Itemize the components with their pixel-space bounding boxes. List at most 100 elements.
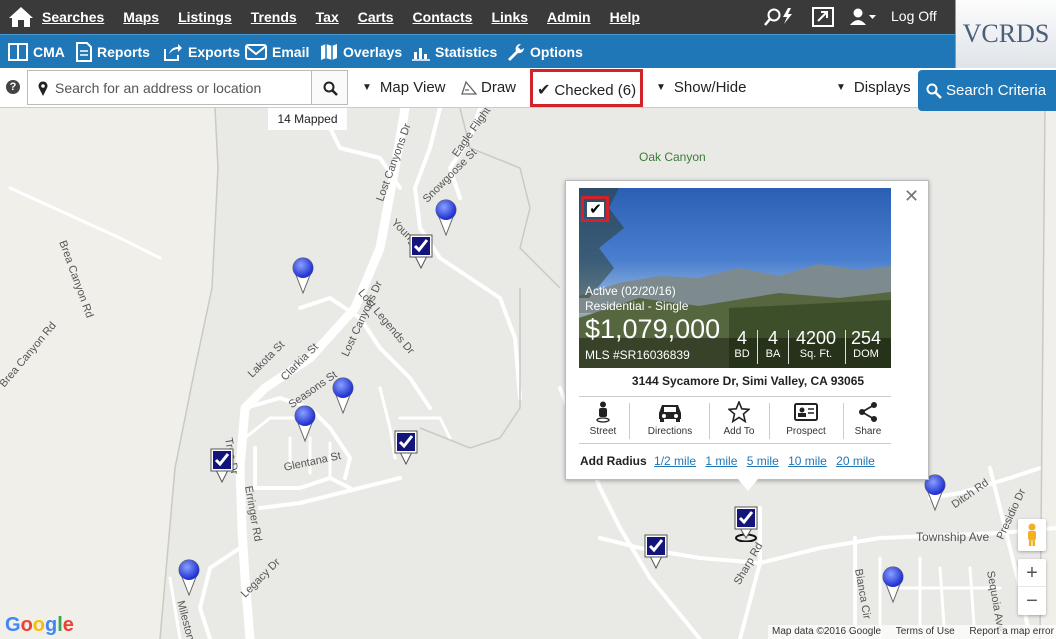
directions-button[interactable]: Directions [641,401,699,437]
radius-5-mile-link[interactable]: 5 mile [747,454,779,468]
add-radius-label: Add Radius [580,454,647,468]
beds-label: BD [734,348,750,360]
checkmark-icon: ✔ [587,202,604,217]
export-icon [164,44,182,61]
listing-pin[interactable] [330,375,356,415]
envelope-icon [245,44,267,60]
radius-1-mile-link[interactable]: 1 mile [705,454,737,468]
listing-pin[interactable] [292,403,318,443]
search-criteria-button[interactable]: Search Criteria [918,70,1056,111]
baths-stat: 4 BA [762,328,784,360]
selected-listing-marker[interactable] [734,506,758,542]
user-menu-icon[interactable] [849,7,877,27]
pegman-icon [596,401,610,423]
listing-pin[interactable] [290,255,316,295]
nav-links[interactable]: Links [491,9,528,25]
directions-label: Directions [647,426,693,437]
beds-stat: 4 BD [731,328,753,360]
divider [709,403,710,439]
share-button[interactable]: Share [851,401,885,437]
reports-button[interactable]: Reports [76,35,150,69]
nav-carts[interactable]: Carts [358,9,394,25]
share-label: Share [854,426,882,437]
search-button[interactable] [311,70,348,105]
listing-actions: Street Directions Add To Prospect Share [579,396,891,444]
zoom-out-button[interactable]: − [1018,587,1046,615]
close-icon[interactable]: ✕ [904,186,919,207]
checked-listing-marker[interactable] [644,534,668,570]
show-hide-label: Show/Hide [673,79,747,96]
add-radius: Add Radius 1/2 mile 1 mile 5 mile 10 mil… [580,454,881,468]
listing-pin[interactable] [176,557,202,597]
wrench-icon [508,44,525,61]
help-icon[interactable]: ? [6,80,20,94]
baths-value: 4 [767,328,778,348]
radius-10-mile-link[interactable]: 10 mile [788,454,827,468]
checked-filter-button[interactable]: ✔ Checked (6) [530,69,643,107]
nav-contacts[interactable]: Contacts [413,9,473,25]
property-type: Residential - Single [585,299,689,313]
exports-label: Exports [188,44,241,60]
report-map-error-link[interactable]: Report a map error [969,626,1053,637]
email-button[interactable]: Email [245,35,309,69]
search-icon [323,81,338,96]
location-search-input[interactable] [55,79,305,97]
star-icon [728,401,750,423]
divider [843,403,844,439]
cma-button[interactable]: CMA [8,35,65,69]
nav-searches[interactable]: Searches [42,9,104,25]
listing-price: $1,079,000 [585,314,721,344]
checked-listing-marker[interactable] [394,430,418,466]
street-view-pegman[interactable] [1018,519,1046,551]
street-label: Street [589,426,617,437]
draw-button[interactable]: Draw [461,79,516,96]
nav-tax[interactable]: Tax [316,9,339,25]
location-search [27,70,312,105]
overlays-button[interactable]: Overlays [320,35,402,69]
open-window-icon[interactable] [812,7,834,27]
checked-listing-marker[interactable] [409,234,433,270]
bar-chart-icon [412,48,430,61]
radius-20-mile-link[interactable]: 20 mile [836,454,875,468]
nav-trends[interactable]: Trends [251,9,297,25]
street-view-button[interactable]: Street [585,401,621,437]
checked-filter-content: ✔ Checked (6) [537,80,636,100]
options-button[interactable]: Options [507,35,583,69]
divider [769,403,770,439]
listing-checkbox[interactable]: ✔ [581,196,609,222]
listing-photo[interactable]: ✔ Active (02/20/16) Residential - Single… [579,188,891,368]
nav-help[interactable]: Help [610,9,640,25]
nav-maps[interactable]: Maps [123,9,159,25]
zoom-in-button[interactable]: + [1018,559,1046,587]
exports-button[interactable]: Exports [163,35,240,69]
mls-number: MLS #SR16036839 [585,348,690,362]
statistics-label: Statistics [435,44,498,60]
listing-pin[interactable] [880,564,906,604]
show-hide-dropdown[interactable]: ▼ Show/Hide [656,79,746,96]
quick-search-icon[interactable] [762,7,798,27]
book-icon [8,43,28,61]
displays-dropdown[interactable]: ▼ Displays [836,79,911,96]
add-to-button[interactable]: Add To [719,401,759,437]
map-view-dropdown[interactable]: ▼ Map View [362,79,446,96]
divider [845,330,846,364]
options-label: Options [530,44,583,60]
listing-pin[interactable] [433,197,459,237]
caret-down-icon: ▼ [836,82,846,93]
dom-stat: 254 DOM [849,328,883,360]
nav-admin[interactable]: Admin [547,9,591,25]
pegman-icon [1028,523,1036,546]
radius-half-mile-link[interactable]: 1/2 mile [654,454,696,468]
log-off-link[interactable]: Log Off [891,8,937,24]
search-criteria-label: Search Criteria [946,82,1047,99]
nav-listings[interactable]: Listings [178,9,232,25]
prospect-button[interactable]: Prospect [779,401,833,437]
terms-of-use-link[interactable]: Terms of Use [896,626,955,637]
statistics-button[interactable]: Statistics [412,35,497,69]
id-card-icon [794,403,818,421]
location-pin-icon [38,81,48,96]
sqft-label: Sq. Ft. [799,348,833,360]
car-icon [659,405,681,422]
checked-listing-marker[interactable] [210,448,234,484]
home-icon[interactable] [8,5,34,29]
